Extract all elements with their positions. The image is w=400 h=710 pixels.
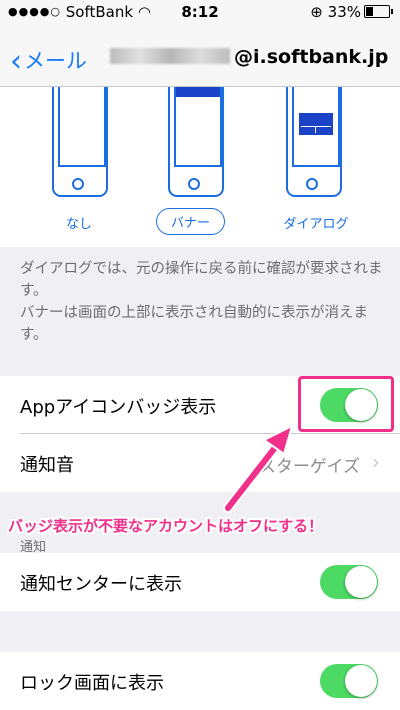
style-banner-label[interactable]: バナー xyxy=(156,208,226,235)
style-dialog-phone-icon[interactable] xyxy=(286,87,342,197)
description-banner: バナーは画面の上部に表示され自動的に表示が消えます。 xyxy=(20,305,368,343)
home-button-icon xyxy=(72,178,84,190)
notification-center-row: 通知センターに表示 xyxy=(0,553,400,611)
description-dialog: ダイアログでは、元の操作に戻る前に確認が要求されます。 xyxy=(20,261,383,299)
sound-row[interactable]: 通知音 スターゲイズ › xyxy=(0,434,400,492)
status-right: ⊕ 33% xyxy=(310,3,393,21)
page-title: @i.softbank.jp xyxy=(110,46,388,68)
sound-value: スターゲイズ xyxy=(258,457,360,477)
dialog-preview xyxy=(299,113,333,135)
badge-label: Appアイコンバッジ表示 xyxy=(20,397,217,418)
page-title-domain: @i.softbank.jp xyxy=(234,46,389,68)
lock-screen-row: ロック画面に表示 xyxy=(0,652,400,710)
lock-screen-label: ロック画面に表示 xyxy=(20,673,164,694)
phone-screen xyxy=(174,87,222,167)
rotation-lock-icon: ⊕ xyxy=(310,3,323,21)
sound-label: 通知音 xyxy=(20,455,74,476)
style-none-phone-icon[interactable] xyxy=(52,87,108,197)
annotation-text: バッジ表示が不要なアカウントはオフにする！ xyxy=(8,517,324,535)
style-banner-phone-icon[interactable] xyxy=(168,87,224,197)
notification-center-label: 通知センターに表示 xyxy=(20,574,182,595)
back-button[interactable]: ‹メール xyxy=(10,44,87,79)
alert-style-picker: なし バナー ダイアログ xyxy=(0,87,400,247)
alert-style-description: ダイアログでは、元の操作に戻る前に確認が要求されます。 バナーは画面の上部に表示… xyxy=(20,258,390,346)
battery-percent: 33% xyxy=(327,3,361,21)
notification-center-toggle[interactable] xyxy=(320,565,378,599)
style-dialog-label[interactable]: ダイアログ xyxy=(276,213,356,232)
annotation-highlight-box xyxy=(298,376,394,432)
lock-screen-toggle[interactable] xyxy=(320,664,378,698)
status-bar: ●●●●○ SoftBank ◠ 8:12 ⊕ 33% xyxy=(0,0,400,38)
battery-icon xyxy=(364,5,393,18)
redacted-account-name xyxy=(110,48,230,64)
phone-screen xyxy=(58,87,106,167)
home-button-icon xyxy=(188,178,200,190)
chevron-left-icon: ‹ xyxy=(10,44,22,79)
back-label: メール xyxy=(24,49,87,73)
home-button-icon xyxy=(306,178,318,190)
navigation-bar: ‹メール @i.softbank.jp xyxy=(0,38,400,87)
banner-preview xyxy=(176,87,220,97)
chevron-right-icon: › xyxy=(372,450,380,474)
phone-screen xyxy=(292,87,340,167)
style-none-label[interactable]: なし xyxy=(62,213,96,232)
